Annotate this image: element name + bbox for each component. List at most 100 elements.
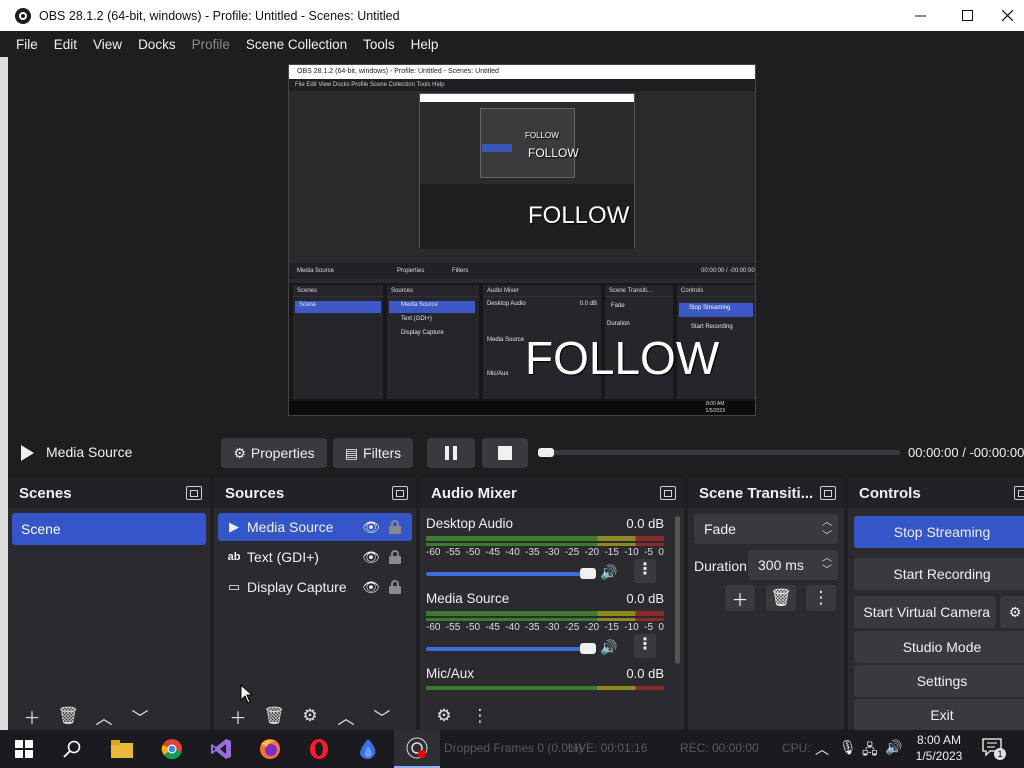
pause-button[interactable] — [427, 438, 475, 468]
trash-icon: 🗑 — [57, 706, 79, 725]
menu-profile[interactable]: Profile — [184, 37, 238, 52]
stop-streaming-button[interactable]: Stop Streaming — [854, 516, 1024, 548]
eye-icon[interactable]: 👁 — [362, 519, 380, 536]
undock-icon[interactable] — [392, 486, 408, 500]
maximize-button[interactable] — [943, 0, 991, 31]
filters-button[interactable]: ▤ Filters — [333, 438, 413, 468]
remove-source-button[interactable]: 🗑 — [258, 703, 290, 729]
nested-taskbar: 8:00 AM 1/5/2023 — [289, 401, 755, 415]
play-icon[interactable] — [21, 445, 34, 461]
windows-start-button[interactable] — [11, 737, 37, 761]
menu-bar: File Edit View Docks Profile Scene Colle… — [0, 31, 1024, 57]
app-button[interactable] — [355, 737, 381, 761]
volume-slider[interactable] — [426, 568, 596, 579]
chevron-up-icon[interactable]: ︿ — [815, 739, 829, 759]
source-item-text[interactable]: ab Text (GDI+) 👁 — [218, 543, 412, 571]
kebab-icon: ⋮ — [812, 588, 830, 607]
search-button[interactable] — [59, 737, 85, 761]
remove-transition-button[interactable]: 🗑 — [766, 585, 796, 611]
speaker-icon[interactable]: 🔊 — [600, 564, 617, 581]
spinner-icon[interactable]: ︿ ﹀ — [822, 550, 832, 577]
audio-channel-media-source: Media Source 0.0 dB -60 -55 -50 -45 -40 -35 -3… — [426, 591, 664, 658]
remove-scene-button[interactable]: 🗑 — [52, 703, 84, 729]
windows-logo-icon — [15, 740, 33, 758]
audio-mixer-dock: Audio Mixer Desktop Audio 0.0 dB -60 -55-… — [420, 478, 684, 732]
audio-mixer-dock-header: Audio Mixer — [420, 478, 684, 508]
undock-icon[interactable] — [1014, 486, 1024, 500]
lock-icon[interactable] — [388, 550, 402, 564]
scene-transitions-title: Scene Transiti... — [699, 484, 814, 502]
obs-taskbar-button[interactable] — [394, 730, 440, 768]
duration-spinbox[interactable]: 300 ms ︿ ﹀ — [748, 550, 838, 580]
menu-tools[interactable]: Tools — [355, 37, 403, 52]
scene-list-item[interactable]: Scene — [12, 513, 206, 545]
seek-slider[interactable] — [538, 448, 900, 457]
preview-canvas[interactable]: OBS 28.1.2 (64-bit, windows) - Profile: … — [288, 64, 756, 416]
menu-scene-collection[interactable]: Scene Collection — [238, 37, 355, 52]
stop-icon — [498, 446, 512, 460]
properties-button[interactable]: ⚙ Properties — [221, 438, 327, 468]
taskbar-clock[interactable]: 8:00 AM 1/5/2023 — [900, 732, 978, 764]
close-button[interactable] — [990, 0, 1024, 31]
visual-studio-button[interactable] — [208, 737, 234, 761]
volume-meter — [426, 611, 664, 616]
volume-slider-knob[interactable] — [580, 643, 596, 654]
start-virtual-camera-button[interactable]: Start Virtual Camera — [854, 596, 996, 628]
source-item-media-source[interactable]: ▶ Media Source 👁 — [218, 513, 412, 541]
add-source-button[interactable]: ＋ — [222, 703, 254, 729]
lock-icon[interactable] — [388, 520, 402, 534]
sources-dock-header: Sources — [214, 478, 416, 508]
seek-slider-knob[interactable] — [538, 448, 554, 457]
opera-button[interactable] — [306, 737, 332, 761]
menu-file[interactable]: File — [8, 37, 46, 52]
add-transition-button[interactable]: ＋ — [725, 585, 755, 611]
network-icon[interactable]: 🖧 — [862, 739, 878, 763]
undock-icon[interactable] — [660, 486, 676, 500]
file-explorer-button[interactable] — [109, 737, 135, 761]
move-scene-down-button[interactable]: ﹀ — [124, 703, 156, 729]
minimize-button[interactable] — [896, 0, 944, 31]
chrome-icon — [161, 739, 182, 760]
lock-icon[interactable] — [388, 580, 402, 594]
undock-icon[interactable] — [186, 486, 202, 500]
stop-button[interactable] — [482, 438, 528, 468]
chrome-button[interactable] — [159, 737, 185, 761]
eye-icon[interactable]: 👁 — [362, 579, 380, 596]
virtual-camera-settings-button[interactable]: ⚙ — [1000, 596, 1024, 628]
menu-view[interactable]: View — [85, 37, 130, 52]
firefox-button[interactable] — [257, 737, 283, 761]
advanced-audio-button[interactable]: ⚙ — [428, 703, 460, 729]
audio-mixer-scrollbar[interactable] — [675, 516, 680, 664]
menu-docks[interactable]: Docks — [130, 37, 184, 52]
channel-menu-button[interactable]: ⋮ — [634, 634, 656, 658]
minimize-icon — [914, 15, 926, 17]
source-item-display-capture[interactable]: ▭ Display Capture 👁 — [218, 573, 412, 601]
volume-slider-knob[interactable] — [580, 568, 596, 579]
media-timecode: 00:00:00 / -00:00:00 — [908, 445, 1024, 460]
channel-menu-button[interactable]: ⋮ — [634, 559, 656, 583]
transition-select[interactable]: Fade ︿ ﹀ — [694, 514, 838, 544]
transition-menu-button[interactable]: ⋮ — [806, 585, 836, 611]
speaker-icon[interactable]: 🔊 — [600, 639, 617, 656]
menu-edit[interactable]: Edit — [46, 37, 85, 52]
obs-icon — [406, 737, 428, 759]
microphone-icon[interactable]: 🎙 — [839, 739, 857, 756]
settings-button[interactable]: Settings — [854, 665, 1024, 697]
menu-help[interactable]: Help — [403, 37, 447, 52]
start-recording-button[interactable]: Start Recording — [854, 558, 1024, 590]
audio-mixer-menu-button[interactable]: ⋮ — [464, 703, 496, 729]
source-properties-button[interactable]: ⚙ — [294, 703, 326, 729]
eye-icon[interactable]: 👁 — [362, 549, 380, 566]
move-source-down-button[interactable]: ﹀ — [366, 703, 398, 729]
obs-logo-icon — [15, 7, 31, 24]
studio-mode-button[interactable]: Studio Mode — [854, 631, 1024, 663]
add-scene-button[interactable]: ＋ — [16, 703, 48, 729]
notification-button[interactable]: 1 — [982, 738, 1006, 760]
move-scene-up-button[interactable]: ︿ — [88, 703, 120, 729]
undock-icon[interactable] — [820, 486, 836, 500]
exit-button[interactable]: Exit — [854, 699, 1024, 731]
monitor-icon: ▭ — [227, 579, 241, 594]
sources-toolbar: ＋ 🗑 ⚙ ︿ ﹀ — [214, 700, 416, 732]
volume-slider[interactable] — [426, 643, 596, 654]
move-source-up-button[interactable]: ︿ — [330, 703, 362, 729]
